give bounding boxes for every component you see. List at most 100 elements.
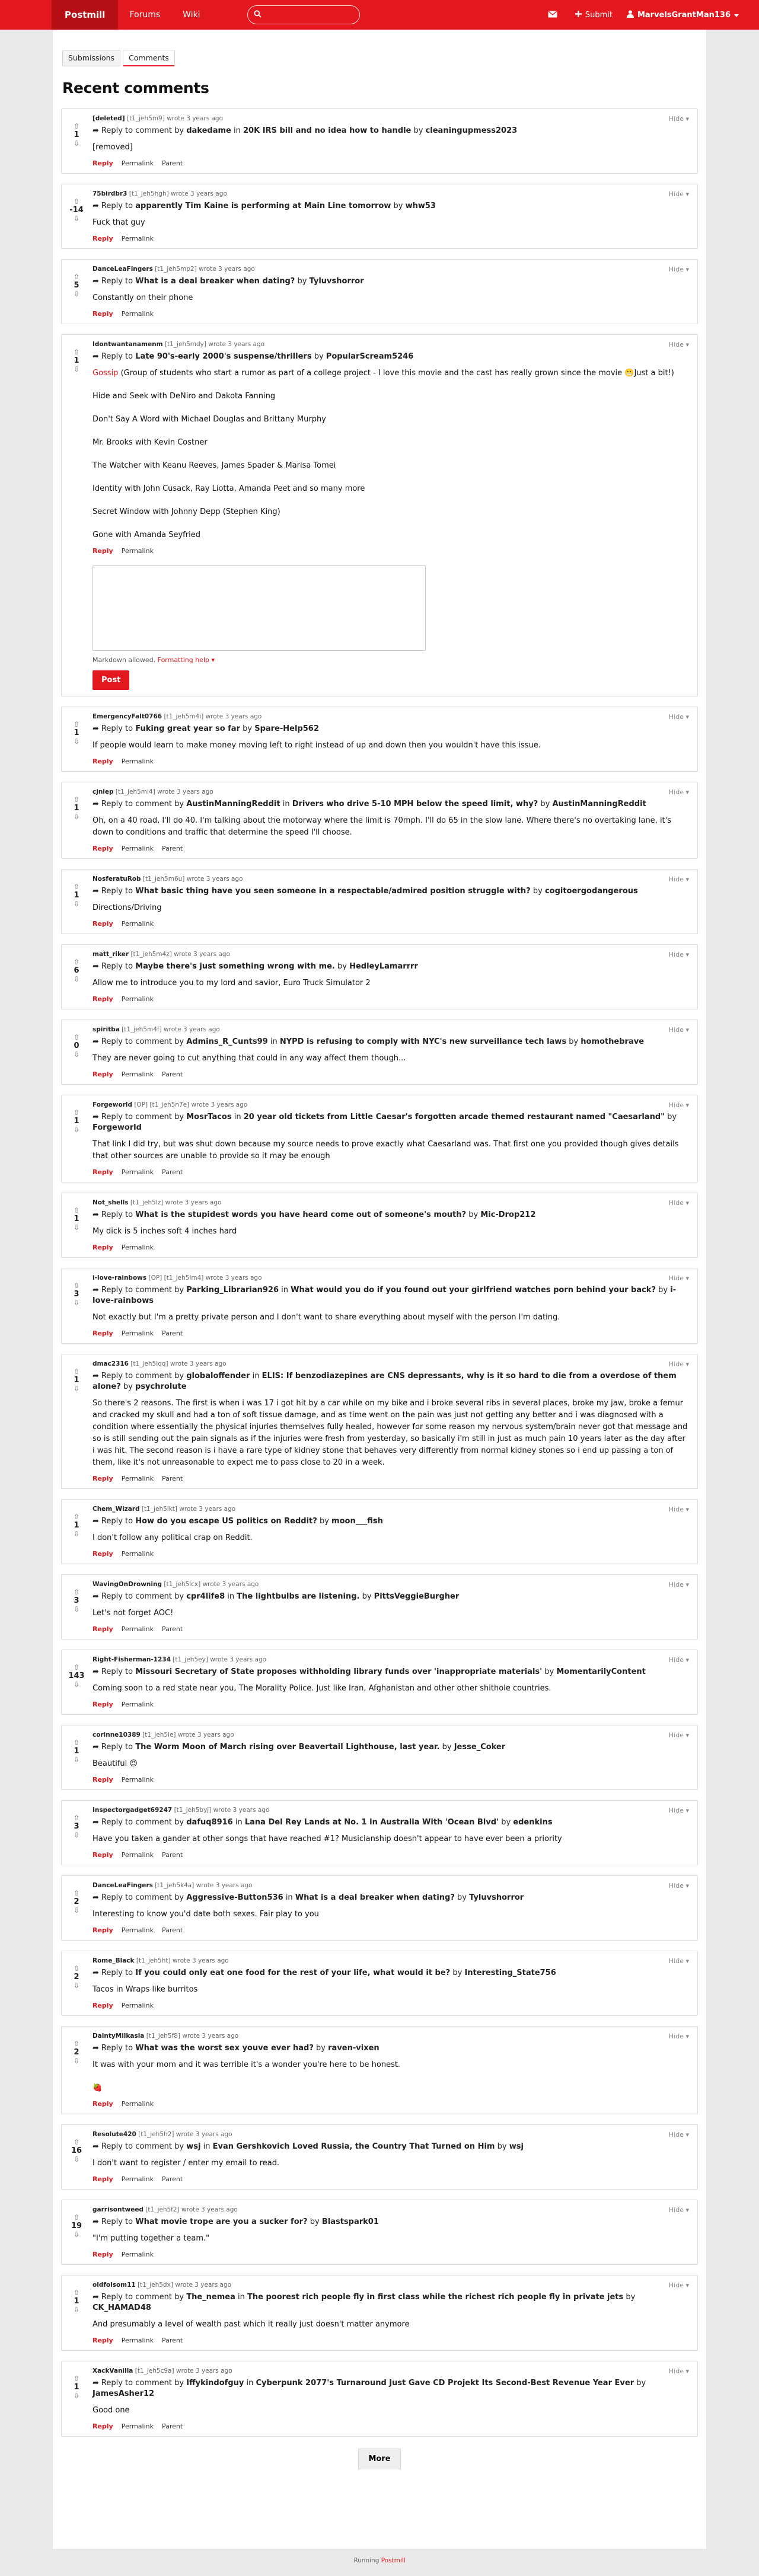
reply-link[interactable]: Reply [93,1851,113,1859]
comment-author-link[interactable]: EmergencyFalt0766 [93,713,162,720]
submission-title-link[interactable]: apparently Tim Kaine is performing at Ma… [135,202,391,210]
parent-author-link[interactable]: The_nemea [186,2293,235,2302]
upvote-arrow-icon[interactable]: ⇧ [74,1664,79,1671]
reply-link[interactable]: Reply [93,2422,113,2430]
comment-author-link[interactable]: cjnlep [93,788,114,795]
reply-link[interactable]: Reply [93,845,113,852]
upvote-arrow-icon[interactable]: ⇧ [74,2214,79,2221]
hide-dropdown[interactable]: Hide ▾ [669,1199,689,1207]
parent-link[interactable]: Parent [162,1851,183,1859]
permalink-link[interactable]: Permalink [122,310,154,318]
downvote-arrow-icon[interactable]: ⇩ [74,1606,79,1613]
permalink-link[interactable]: Permalink [122,2175,154,2183]
gossip-link[interactable]: Gossip [93,369,118,378]
submission-author-link[interactable]: HedleyLamarrrr [349,962,418,971]
comment-author-link[interactable]: oldfolsom11 [93,2281,136,2289]
upvote-arrow-icon[interactable]: ⇧ [74,1589,79,1596]
parent-author-link[interactable]: Parking_Librarian926 [186,1286,279,1295]
parent-author-link[interactable]: globaloffender [186,1372,250,1380]
upvote-arrow-icon[interactable]: ⇧ [74,1890,79,1897]
permalink-link[interactable]: Permalink [122,1776,154,1784]
submission-title-link[interactable]: What is a deal breaker when dating? [135,277,295,286]
upvote-arrow-icon[interactable]: ⇧ [74,2289,79,2296]
hide-dropdown[interactable]: Hide ▾ [669,713,689,721]
hide-dropdown[interactable]: Hide ▾ [669,1101,689,1109]
forums-link[interactable]: Forums [118,0,171,30]
submission-title-link[interactable]: 20 year old tickets from Little Caesar's… [244,1113,665,1121]
reply-textarea[interactable] [93,565,426,651]
reply-link[interactable]: Reply [93,547,113,555]
comment-author-link[interactable]: Chem_Wizard [93,1506,140,1513]
submit-button[interactable]: Submit [567,0,621,30]
downvote-arrow-icon[interactable]: ⇩ [74,1530,79,1538]
permalink-link[interactable]: Permalink [122,1550,154,1558]
hide-dropdown[interactable]: Hide ▾ [669,2131,689,2139]
reply-link[interactable]: Reply [93,1776,113,1784]
hide-dropdown[interactable]: Hide ▾ [669,1731,689,1739]
downvote-arrow-icon[interactable]: ⇩ [74,290,79,298]
submission-title-link[interactable]: The Worm Moon of March rising over Beave… [135,1743,439,1752]
submission-title-link[interactable]: What movie trope are you a sucker for? [135,2217,307,2226]
comment-author-link[interactable]: Inspectorgadget69247 [93,1807,172,1814]
submission-author-link[interactable]: cleaningupmess2023 [426,126,518,135]
permalink-link[interactable]: Permalink [122,2251,154,2258]
reply-link[interactable]: Reply [93,2002,113,2009]
upvote-arrow-icon[interactable]: ⇧ [74,721,79,728]
hide-dropdown[interactable]: Hide ▾ [669,951,689,958]
reply-link[interactable]: Reply [93,159,113,167]
hide-dropdown[interactable]: Hide ▾ [669,1274,689,1282]
downvote-arrow-icon[interactable]: ⇩ [74,215,79,222]
downvote-arrow-icon[interactable]: ⇩ [74,1681,79,1688]
submission-title-link[interactable]: What is the stupidest words you have hea… [135,1210,466,1219]
hide-dropdown[interactable]: Hide ▾ [669,1360,689,1368]
submission-author-link[interactable]: Forgeworld [93,1123,142,1132]
reply-link[interactable]: Reply [93,1701,113,1708]
comment-author-link[interactable]: matt_riker [93,951,129,958]
parent-link[interactable]: Parent [162,845,183,852]
parent-link[interactable]: Parent [162,1168,183,1176]
reply-link[interactable]: Reply [93,235,113,242]
post-button[interactable]: Post [93,670,130,690]
parent-author-link[interactable]: dakedame [186,126,231,135]
comment-author-link[interactable]: Right-Fisherman-1234 [93,1656,171,1663]
comment-author-link[interactable]: NosferatuRob [93,875,141,883]
submission-author-link[interactable]: JamesAsher12 [93,2389,154,2398]
upvote-arrow-icon[interactable]: ⇧ [74,2375,79,2382]
downvote-arrow-icon[interactable]: ⇩ [74,900,79,907]
parent-author-link[interactable]: MosrTacos [186,1113,231,1121]
comment-author-link[interactable]: spiritba [93,1026,120,1033]
submission-title-link[interactable]: What would you do if you found out your … [291,1286,656,1295]
reply-link[interactable]: Reply [93,1244,113,1251]
downvote-arrow-icon[interactable]: ⇩ [74,2392,79,2399]
reply-link[interactable]: Reply [93,1926,113,1934]
comment-author-link[interactable]: Rome_Black [93,1957,135,1964]
submission-author-link[interactable]: edenkins [513,1818,552,1827]
upvote-arrow-icon[interactable]: ⇧ [74,1739,79,1746]
reply-link[interactable]: Reply [93,310,113,318]
upvote-arrow-icon[interactable]: ⇧ [74,958,79,966]
submission-author-link[interactable]: CK_HAMAD48 [93,2303,151,2312]
upvote-arrow-icon[interactable]: ⇧ [74,123,79,130]
footer-postmill-link[interactable]: Postmill [381,2557,406,2564]
comment-author-link[interactable]: XackVanilla [93,2367,133,2374]
submission-title-link[interactable]: Fuking great year so far [135,724,240,733]
tab-comments[interactable]: Comments [123,50,175,66]
hide-dropdown[interactable]: Hide ▾ [669,875,689,883]
reply-link[interactable]: Reply [93,1475,113,1482]
permalink-link[interactable]: Permalink [122,1475,154,1482]
hide-dropdown[interactable]: Hide ▾ [669,341,689,349]
submission-author-link[interactable]: Tyluvshorror [469,1893,524,1902]
reply-link[interactable]: Reply [93,995,113,1003]
submission-title-link[interactable]: The lightbulbs are listening. [237,1592,359,1601]
submission-title-link[interactable]: NYPD is refusing to comply with NYC's ne… [280,1037,566,1046]
submission-author-link[interactable]: whw53 [406,202,436,210]
upvote-arrow-icon[interactable]: ⇧ [74,883,79,890]
permalink-link[interactable]: Permalink [122,995,154,1003]
submission-author-link[interactable]: homothebrave [581,1037,644,1046]
submission-author-link[interactable]: Blastspark01 [322,2217,379,2226]
submission-title-link[interactable]: Late 90's-early 2000's suspense/thriller… [135,352,311,361]
hide-dropdown[interactable]: Hide ▾ [669,2206,689,2214]
parent-author-link[interactable]: Aggressive-Button536 [186,1893,283,1902]
comment-author-link[interactable]: DaintyMilkasia [93,2032,144,2040]
upvote-arrow-icon[interactable]: ⇧ [74,1814,79,1821]
